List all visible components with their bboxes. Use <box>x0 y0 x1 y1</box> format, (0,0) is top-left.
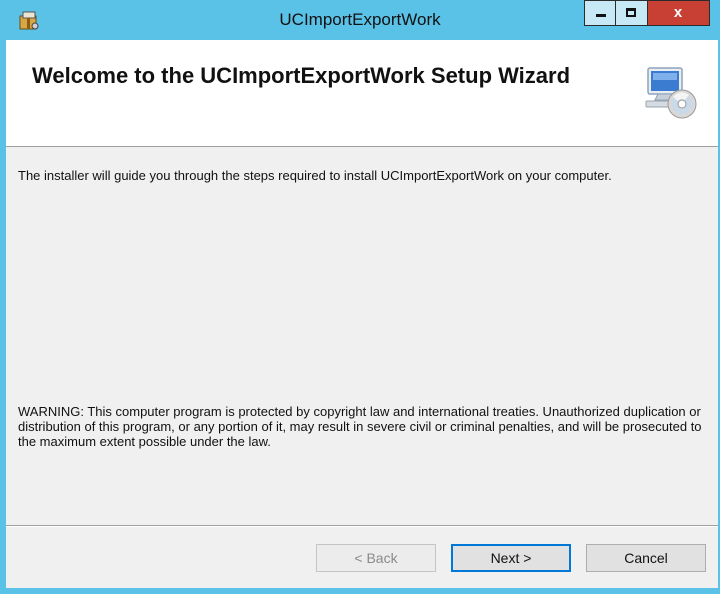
installer-window: UCImportExportWork x Welcome to the UCIm… <box>0 0 720 594</box>
back-button[interactable]: < Back <box>316 544 436 572</box>
minimize-icon <box>596 14 606 17</box>
close-icon: x <box>673 4 683 21</box>
separator <box>6 525 718 527</box>
computer-cd-icon <box>645 67 697 119</box>
maximize-icon <box>626 8 636 17</box>
dialog-body: Welcome to the UCImportExportWork Setup … <box>6 40 718 588</box>
maximize-button[interactable] <box>616 0 648 26</box>
copyright-warning: WARNING: This computer program is protec… <box>18 404 702 449</box>
title-bar[interactable]: UCImportExportWork x <box>0 0 720 40</box>
cancel-button[interactable]: Cancel <box>586 544 706 572</box>
header-banner: Welcome to the UCImportExportWork Setup … <box>6 40 718 147</box>
minimize-button[interactable] <box>584 0 616 26</box>
next-button[interactable]: Next > <box>451 544 571 572</box>
page-title: Welcome to the UCImportExportWork Setup … <box>32 63 571 88</box>
close-button[interactable]: x <box>648 0 710 26</box>
intro-text: The installer will guide you through the… <box>18 168 612 183</box>
